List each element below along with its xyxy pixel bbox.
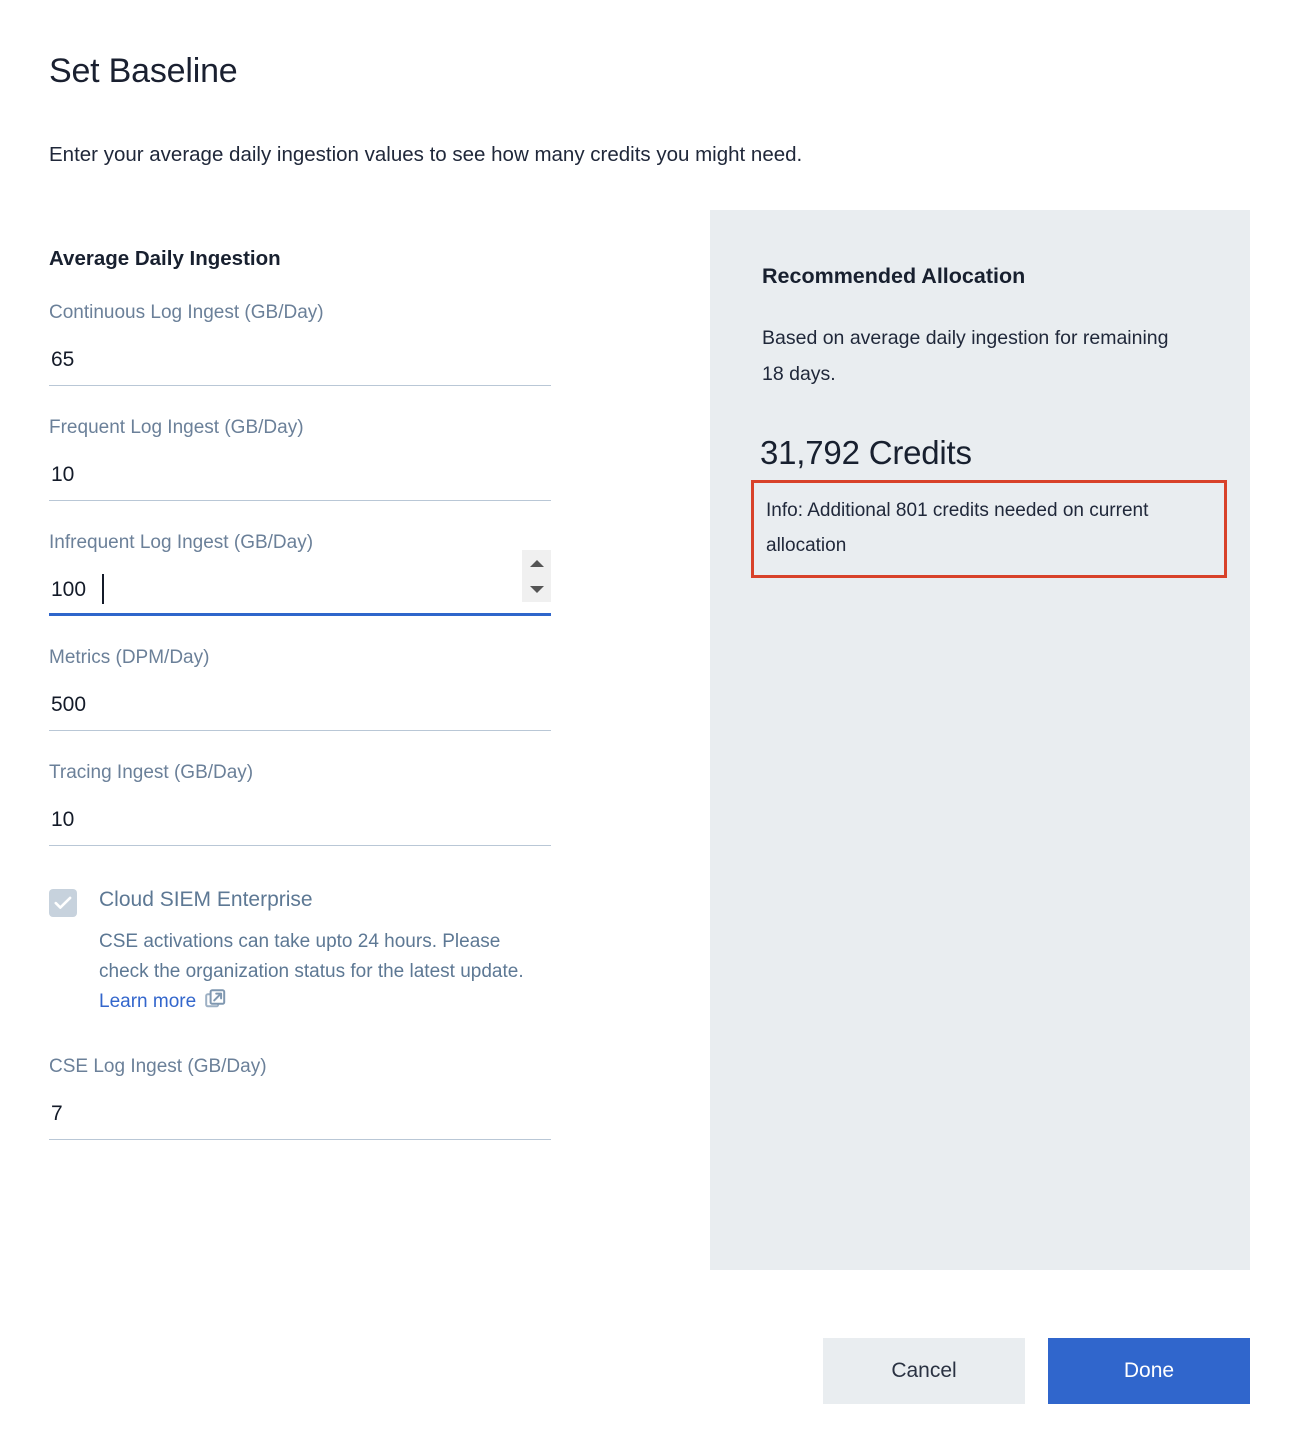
field-label: Tracing Ingest (GB/Day) (49, 762, 254, 783)
field-input-wrapper[interactable]: 500 (49, 687, 551, 731)
cloud-siem-description: CSE activations can take upto 24 hours. … (99, 927, 551, 1020)
recommended-allocation-panel: Recommended Allocation Based on average … (710, 210, 1250, 1270)
frequent-log-ingest-input[interactable]: 10 (49, 457, 551, 490)
external-link-icon[interactable] (205, 989, 226, 1020)
field-infrequent-log-ingest: Infrequent Log Ingest (GB/Day) 100 (49, 530, 551, 616)
metrics-input[interactable]: 500 (49, 687, 551, 720)
learn-more-link[interactable]: Learn more (99, 991, 196, 1012)
credits-total: 31,792 Credits (760, 434, 972, 471)
field-metrics: Metrics (DPM/Day) 500 (49, 645, 551, 731)
info-alert-box: Info: Additional 801 credits needed on c… (751, 480, 1227, 578)
cloud-siem-checkbox-row[interactable]: Cloud SIEM Enterprise (49, 886, 551, 917)
average-daily-ingestion-form: Average Daily Ingestion Continuous Log I… (49, 246, 551, 1169)
panel-title: Recommended Allocation (762, 264, 1026, 288)
info-alert-text: Info: Additional 801 credits needed on c… (766, 500, 1149, 556)
spinner-increment-button[interactable] (522, 550, 551, 576)
tracing-ingest-input[interactable]: 10 (49, 802, 551, 835)
infrequent-log-ingest-input[interactable]: 100 (49, 572, 551, 605)
field-input-wrapper[interactable]: 7 (49, 1096, 551, 1140)
caret-up-icon (529, 559, 544, 567)
field-label: Continuous Log Ingest (GB/Day) (49, 302, 324, 323)
field-input-wrapper[interactable]: 65 (49, 342, 551, 386)
section-title: Average Daily Ingestion (49, 247, 281, 270)
text-cursor (102, 574, 104, 604)
spinner-decrement-button[interactable] (522, 576, 551, 602)
field-label: Metrics (DPM/Day) (49, 647, 210, 668)
dialog-footer: Cancel Done (0, 1338, 1250, 1404)
cancel-button[interactable]: Cancel (823, 1338, 1025, 1404)
cloud-siem-description-text: CSE activations can take upto 24 hours. … (99, 931, 524, 982)
checkbox-checked-icon[interactable] (49, 889, 77, 917)
field-label: Infrequent Log Ingest (GB/Day) (49, 532, 314, 553)
cloud-siem-checkbox-label: Cloud SIEM Enterprise (99, 888, 313, 911)
number-spinner[interactable] (522, 550, 551, 602)
done-button[interactable]: Done (1048, 1338, 1250, 1404)
field-frequent-log-ingest: Frequent Log Ingest (GB/Day) 10 (49, 415, 551, 501)
field-label: Frequent Log Ingest (GB/Day) (49, 417, 304, 438)
cloud-siem-enterprise-block: Cloud SIEM Enterprise CSE activations ca… (49, 886, 551, 1020)
field-input-wrapper[interactable]: 100 (49, 550, 551, 616)
field-tracing-ingest: Tracing Ingest (GB/Day) 10 (49, 760, 551, 846)
page-title: Set Baseline (49, 52, 238, 90)
caret-down-icon (529, 585, 544, 593)
continuous-log-ingest-input[interactable]: 65 (49, 342, 551, 375)
panel-subtitle: Based on average daily ingestion for rem… (762, 327, 1169, 385)
field-input-wrapper[interactable]: 10 (49, 802, 551, 846)
field-label: CSE Log Ingest (GB/Day) (49, 1056, 267, 1077)
page-subtitle: Enter your average daily ingestion value… (49, 143, 803, 166)
field-input-wrapper[interactable]: 10 (49, 457, 551, 501)
field-continuous-log-ingest: Continuous Log Ingest (GB/Day) 65 (49, 300, 551, 386)
field-cse-log-ingest: CSE Log Ingest (GB/Day) 7 (49, 1054, 551, 1140)
cse-log-ingest-input[interactable]: 7 (49, 1096, 551, 1129)
